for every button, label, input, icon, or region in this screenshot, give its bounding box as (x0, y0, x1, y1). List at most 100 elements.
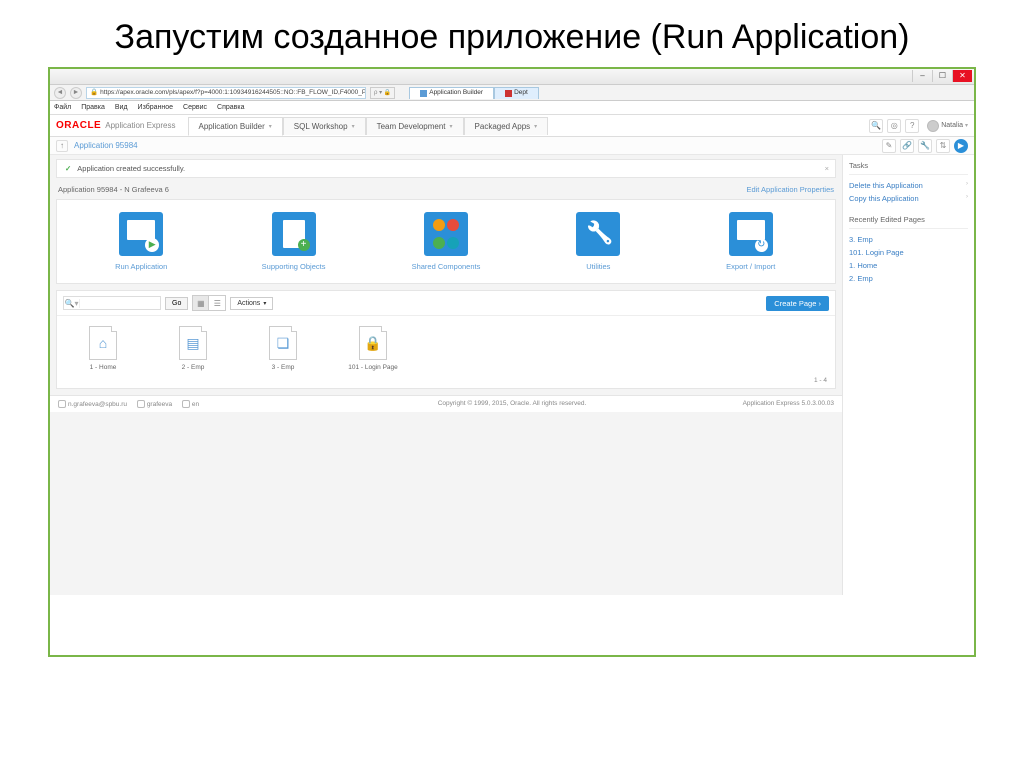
footer-email[interactable]: n.grafeeva@spbu.ru (58, 401, 127, 408)
url-search-dropdown[interactable]: ρ ▾ 🔒 (370, 87, 395, 99)
browser-back-button[interactable]: ◄ (54, 87, 66, 99)
screenshot-frame: – ☐ ✕ ◄ ► 🔒 https://apex.oracle.com/pls/… (48, 67, 976, 657)
filter-bar: 🔍▾ Go ▦ ☰ Actions▾ Create Page › (57, 291, 835, 316)
supporting-objects-icon (272, 212, 316, 256)
recent-label: 2. Emp (849, 274, 873, 283)
grid-view-button[interactable]: ▦ (193, 296, 209, 310)
create-label: Create Page (774, 299, 816, 308)
create-page-button[interactable]: Create Page › (766, 296, 829, 311)
apex-body: ✓ Application created successfully. × Ap… (50, 155, 974, 595)
spotlight-icon[interactable]: ◎ (887, 119, 901, 133)
url-text: https://apex.oracle.com/pls/apex/f?p=400… (100, 88, 366, 98)
recent-page-link[interactable]: 1. Home (849, 259, 968, 272)
page-card-login[interactable]: 🔒 101 - Login Page (343, 326, 403, 371)
page-label: 2 - Emp (163, 364, 223, 371)
tab-packaged-apps[interactable]: Packaged Apps▾ (464, 117, 549, 135)
favicon-icon (420, 90, 427, 97)
tab-sql-workshop[interactable]: SQL Workshop▾ (283, 117, 366, 135)
tile-run-application[interactable]: Run Application (81, 212, 201, 271)
page-search-input[interactable] (80, 297, 160, 309)
list-view-button[interactable]: ☰ (209, 296, 225, 310)
tiles-panel: Run Application Supporting Objects Share… (56, 199, 836, 284)
export-button[interactable]: ⇅ (936, 139, 950, 153)
window-controls: – ☐ ✕ (912, 70, 972, 82)
view-toggle: ▦ ☰ (192, 295, 226, 311)
window-maximize-button[interactable]: ☐ (932, 70, 952, 82)
workspace-icon (137, 400, 145, 408)
browser-forward-button[interactable]: ► (70, 87, 82, 99)
window-minimize-button[interactable]: – (912, 70, 932, 82)
user-menu[interactable]: Natalia ▾ (927, 120, 968, 132)
menu-file[interactable]: Файл (54, 104, 71, 111)
recent-page-link[interactable]: 3. Emp (849, 233, 968, 246)
tab-label: Application Builder (199, 122, 265, 131)
recent-page-link[interactable]: 2. Emp (849, 272, 968, 285)
edit-app-props-link[interactable]: Edit Application Properties (746, 185, 834, 194)
export-import-icon (729, 212, 773, 256)
footer-left: n.grafeeva@spbu.ru grafeeva en (58, 400, 207, 408)
slide-title: Запустим созданное приложение (Run Appli… (0, 0, 1024, 67)
tile-shared-components[interactable]: Shared Components (386, 212, 506, 271)
chevron-down-icon: ▾ (263, 300, 266, 307)
help-icon[interactable]: ? (905, 119, 919, 133)
close-alert-button[interactable]: × (825, 164, 829, 173)
tile-supporting-objects[interactable]: Supporting Objects (234, 212, 354, 271)
search-icon[interactable]: 🔍 (869, 119, 883, 133)
menu-favorites[interactable]: Избранное (138, 104, 173, 111)
page-card-home[interactable]: ⌂ 1 - Home (73, 326, 133, 371)
apex-main-tabs: Application Builder▾ SQL Workshop▾ Team … (188, 117, 549, 135)
task-delete-app[interactable]: Delete this Application › (849, 179, 968, 192)
recent-page-link[interactable]: 101. Login Page (849, 246, 968, 259)
success-text: Application created successfully. (77, 164, 185, 173)
tab-label: Packaged Apps (475, 122, 531, 131)
tile-utilities[interactable]: Utilities (538, 212, 658, 271)
chevron-right-icon: › (966, 181, 968, 190)
browser-address-bar: ◄ ► 🔒 https://apex.oracle.com/pls/apex/f… (50, 85, 974, 101)
main-column: ✓ Application created successfully. × Ap… (50, 155, 842, 595)
recent-heading: Recently Edited Pages (849, 213, 968, 229)
chevron-right-icon: › (819, 299, 822, 308)
browser-menu-bar: Файл Правка Вид Избранное Сервис Справка (50, 101, 974, 115)
run-page-button[interactable]: ▶ (954, 139, 968, 153)
search-icon[interactable]: 🔍▾ (64, 299, 80, 308)
breadcrumb-up-button[interactable]: ↑ (56, 140, 68, 152)
actions-menu[interactable]: Actions▾ (230, 297, 273, 310)
tile-label: Run Application (81, 262, 201, 271)
go-button[interactable]: Go (165, 297, 188, 310)
task-label: Delete this Application (849, 181, 923, 190)
page-label: 3 - Emp (253, 364, 313, 371)
footer-lang[interactable]: en (182, 401, 199, 408)
tab-team-dev[interactable]: Team Development▾ (366, 117, 464, 135)
menu-tools[interactable]: Сервис (183, 104, 207, 111)
task-copy-app[interactable]: Copy this Application› (849, 192, 968, 205)
actions-label: Actions (237, 300, 260, 307)
shared-comp-button[interactable]: 🔗 (900, 139, 914, 153)
menu-edit[interactable]: Правка (81, 104, 105, 111)
tile-export-import[interactable]: Export / Import (691, 212, 811, 271)
run-app-icon (119, 212, 163, 256)
page-icon: ▤ (179, 326, 207, 360)
tile-label: Utilities (538, 262, 658, 271)
window-close-button[interactable]: ✕ (952, 70, 972, 82)
browser-url-field[interactable]: 🔒 https://apex.oracle.com/pls/apex/f?p=4… (86, 87, 366, 99)
browser-tab[interactable]: Dept (494, 87, 539, 99)
utilities-button[interactable]: 🔧 (918, 139, 932, 153)
page-icon: 🔒 (359, 326, 387, 360)
tab-label: SQL Workshop (294, 122, 348, 131)
menu-help[interactable]: Справка (217, 104, 244, 111)
tab-app-builder[interactable]: Application Builder▾ (188, 117, 283, 136)
chevron-down-icon: ▾ (450, 123, 453, 130)
page-card-emp2[interactable]: ▤ 2 - Emp (163, 326, 223, 371)
browser-tab[interactable]: Application Builder (409, 87, 494, 99)
chevron-down-icon: ▾ (965, 122, 968, 129)
menu-view[interactable]: Вид (115, 104, 128, 111)
browser-tab-label: Application Builder (429, 88, 483, 98)
browser-tab-label: Dept (514, 88, 528, 98)
breadcrumb-text[interactable]: Application 95984 (74, 141, 138, 150)
page-card-emp3[interactable]: ❏ 3 - Emp (253, 326, 313, 371)
footer-workspace[interactable]: grafeeva (137, 401, 172, 408)
apex-product-name: Application Express (105, 121, 175, 130)
edit-page-button[interactable]: ✎ (882, 139, 896, 153)
window-titlebar: – ☐ ✕ (50, 69, 974, 85)
page-search: 🔍▾ (63, 296, 161, 310)
